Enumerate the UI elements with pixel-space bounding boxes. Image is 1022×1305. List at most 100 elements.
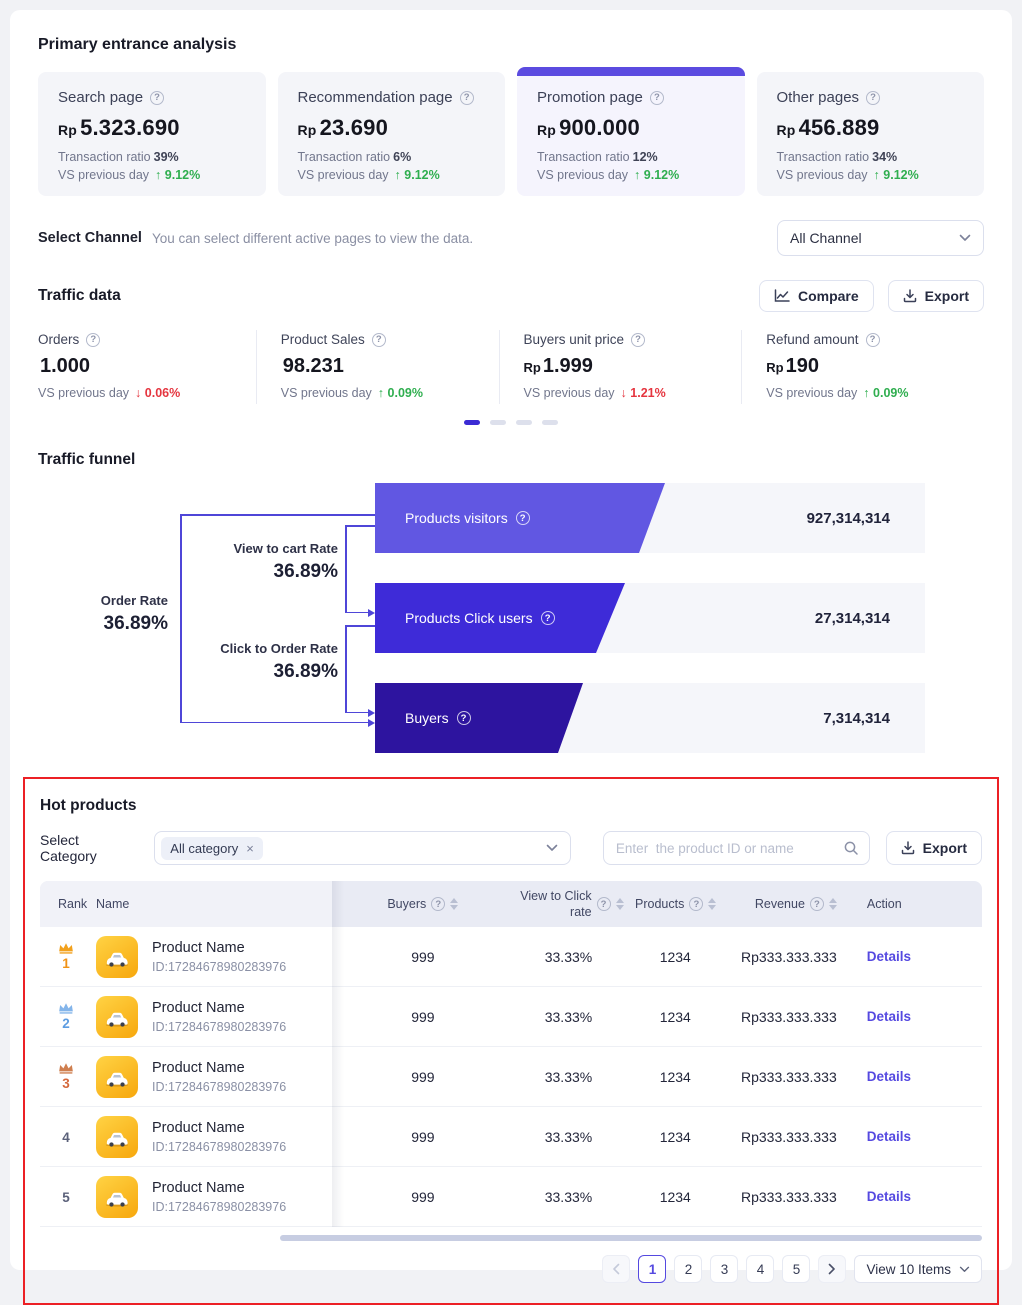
- help-icon[interactable]: ?: [541, 611, 555, 625]
- page-button[interactable]: 5: [782, 1255, 810, 1283]
- carousel-dot[interactable]: [516, 420, 532, 425]
- funnel-bar[interactable]: Buyers?: [375, 683, 583, 753]
- help-icon[interactable]: ?: [597, 897, 611, 911]
- rank-number: 1: [62, 956, 70, 971]
- product-image: [96, 1056, 138, 1098]
- details-link[interactable]: Details: [867, 1009, 911, 1024]
- next-page-button[interactable]: [818, 1255, 846, 1283]
- traffic-funnel-chart: Order Rate 36.89% View to cart Rate 36.8…: [38, 483, 984, 755]
- column-header-action: Action: [837, 881, 982, 927]
- vs-previous-day: VS previous day0.09%: [281, 386, 499, 400]
- hot-products-export-button[interactable]: Export: [886, 831, 982, 865]
- help-icon[interactable]: ?: [810, 897, 824, 911]
- help-icon[interactable]: ?: [150, 91, 164, 105]
- funnel-arrow-icon: [368, 709, 375, 717]
- carousel-dots: [38, 420, 984, 425]
- funnel-connector-line: [180, 514, 375, 516]
- rank-number: 3: [62, 1076, 70, 1091]
- line-chart-icon: [774, 289, 790, 303]
- sticky-columns: 3 Product Name ID:17284678980283976: [40, 1047, 332, 1106]
- carousel-dot-active[interactable]: [464, 420, 480, 425]
- product-cell: Product Name ID:17284678980283976: [92, 987, 332, 1046]
- products-cell: 1234: [623, 1167, 727, 1226]
- product-cell: Product Name ID:17284678980283976: [92, 927, 332, 986]
- traffic-metrics-row: Orders? 1.000 VS previous day0.06% Produ…: [38, 330, 984, 404]
- product-cell: Product Name ID:17284678980283976: [92, 1047, 332, 1106]
- page-button[interactable]: 2: [674, 1255, 702, 1283]
- help-icon[interactable]: ?: [650, 91, 664, 105]
- dashboard-card: Primary entrance analysis Search page? R…: [10, 10, 1012, 1270]
- entrance-card-search-page[interactable]: Search page? Rp5.323.690 Transaction rat…: [38, 72, 266, 196]
- help-icon[interactable]: ?: [372, 333, 386, 347]
- sort-icon[interactable]: [708, 898, 716, 910]
- help-icon[interactable]: ?: [689, 897, 703, 911]
- transaction-ratio: Transaction ratio34%: [777, 150, 965, 164]
- products-cell: 1234: [623, 1047, 727, 1106]
- entrance-card-row: Search page? Rp5.323.690 Transaction rat…: [38, 72, 984, 196]
- sort-icon[interactable]: [616, 898, 624, 910]
- help-icon[interactable]: ?: [431, 897, 445, 911]
- card-title: Recommendation page: [298, 89, 453, 106]
- chevron-down-icon: [546, 844, 558, 852]
- entrance-card-promotion-page[interactable]: Promotion page? Rp900.000 Transaction ra…: [517, 72, 745, 196]
- page-button[interactable]: 3: [710, 1255, 738, 1283]
- product-info: Product Name ID:17284678980283976: [152, 1120, 286, 1154]
- entrance-card-recommendation-page[interactable]: Recommendation page? Rp23.690 Transactio…: [278, 72, 506, 196]
- buyers-cell: 999: [332, 1047, 514, 1106]
- sort-icon[interactable]: [829, 898, 837, 910]
- column-header-buyers: Buyers?: [332, 881, 514, 927]
- help-icon[interactable]: ?: [460, 91, 474, 105]
- chip-remove-icon[interactable]: ×: [246, 841, 254, 856]
- vs-previous-day: VS previous day1.21%: [524, 386, 742, 400]
- help-icon[interactable]: ?: [516, 511, 530, 525]
- vs-previous-day: VS previous day9.12%: [537, 168, 725, 182]
- chevron-left-icon: [612, 1263, 620, 1275]
- funnel-stage-products-click-users: Products Click users? 27,314,314: [375, 583, 925, 653]
- pagination: 12345 View 10 Items: [40, 1255, 982, 1283]
- view-to-click-rate-cell: 33.33%: [514, 987, 623, 1046]
- horizontal-scrollbar-thumb[interactable]: [280, 1235, 982, 1241]
- funnel-bar[interactable]: Products visitors?: [375, 483, 665, 553]
- table-body: 1 Product Name ID:17284678980283976: [40, 927, 982, 1227]
- page-button[interactable]: 1: [638, 1255, 666, 1283]
- revenue-cell: Rp333.333.333: [727, 1167, 836, 1226]
- help-icon[interactable]: ?: [866, 333, 880, 347]
- details-link[interactable]: Details: [867, 1129, 911, 1144]
- details-link[interactable]: Details: [867, 1189, 911, 1204]
- funnel-bar[interactable]: Products Click users?: [375, 583, 625, 653]
- funnel-connector-line: [345, 625, 347, 712]
- product-info: Product Name ID:17284678980283976: [152, 1000, 286, 1034]
- car-icon: [100, 1120, 134, 1154]
- entrance-card-other-pages[interactable]: Other pages? Rp456.889 Transaction ratio…: [757, 72, 985, 196]
- details-link[interactable]: Details: [867, 1069, 911, 1084]
- sort-icon[interactable]: [450, 898, 458, 910]
- help-icon[interactable]: ?: [86, 333, 100, 347]
- category-select[interactable]: All category ×: [154, 831, 571, 865]
- channel-select[interactable]: All Channel: [777, 220, 984, 256]
- help-icon[interactable]: ?: [457, 711, 471, 725]
- selected-card-indicator: [517, 67, 745, 76]
- rank-cell: 3: [40, 1047, 92, 1106]
- traffic-export-button[interactable]: Export: [888, 280, 984, 312]
- carousel-dot[interactable]: [490, 420, 506, 425]
- card-value: Rp23.690: [298, 115, 486, 141]
- table-header-row: Rank Name Buyers? View to Click rate? Pr…: [40, 881, 982, 927]
- channel-select-value: All Channel: [790, 230, 862, 246]
- prev-page-button[interactable]: [602, 1255, 630, 1283]
- click-to-order-rate-label: Click to Order Rate 36.89%: [188, 641, 338, 683]
- help-icon[interactable]: ?: [631, 333, 645, 347]
- page-button[interactable]: 4: [746, 1255, 774, 1283]
- product-search-input[interactable]: [616, 841, 843, 856]
- revenue-cell: Rp333.333.333: [727, 1107, 836, 1166]
- compare-button[interactable]: Compare: [759, 280, 874, 312]
- action-cell: Details: [837, 1167, 982, 1226]
- select-channel-label: Select Channel: [38, 230, 142, 246]
- carousel-dot[interactable]: [542, 420, 558, 425]
- help-icon[interactable]: ?: [866, 91, 880, 105]
- page-size-select[interactable]: View 10 Items: [854, 1255, 982, 1283]
- details-link[interactable]: Details: [867, 949, 911, 964]
- rank-cell: 1: [40, 927, 92, 986]
- search-icon[interactable]: [843, 840, 859, 856]
- rank-cell: 5: [40, 1167, 92, 1226]
- select-channel-row: Select Channel You can select different …: [38, 220, 984, 256]
